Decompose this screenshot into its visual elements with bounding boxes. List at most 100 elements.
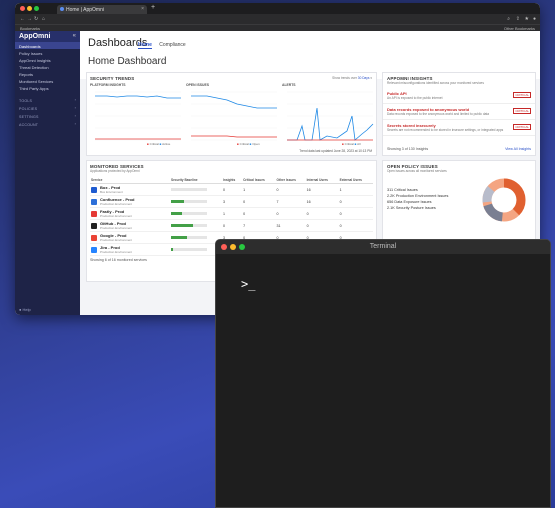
baseline-bar bbox=[171, 200, 207, 203]
address-bar[interactable]: ← → ↻ ⌂ ⌕ ⇪ ★ ● bbox=[15, 14, 540, 24]
new-tab-button[interactable]: + bbox=[151, 4, 155, 11]
service-logo-icon bbox=[91, 222, 97, 229]
service-logo-icon bbox=[91, 198, 97, 205]
page-subtitle: Home Dashboard bbox=[88, 56, 167, 67]
browser-tab[interactable]: Home | AppOmni × bbox=[57, 5, 147, 14]
services-subtitle: Applications protected by AppOmni bbox=[90, 169, 140, 173]
table-row[interactable]: GitHub - Prod Production Environment 0 7 31 0… bbox=[90, 219, 373, 232]
baseline-bar bbox=[171, 224, 207, 227]
back-icon[interactable]: ← bbox=[20, 16, 25, 22]
terminal-window[interactable]: Terminal >_ bbox=[215, 239, 551, 508]
trends-range-selector[interactable]: Show trends over 30 Days ▾ bbox=[332, 76, 372, 80]
cell-ext: 1 bbox=[338, 183, 373, 196]
help-link[interactable]: ● Help bbox=[19, 307, 31, 312]
sidebar-item-insights[interactable]: AppOmni Insights bbox=[15, 56, 80, 63]
cell-int: 0 bbox=[305, 207, 339, 220]
legend-alerts: ■ Critical ■ All bbox=[342, 142, 361, 146]
insight-item[interactable]: Data records exposed to anonymous world D… bbox=[383, 104, 535, 120]
sidebar-item-threat-detection[interactable]: Threat Detection bbox=[15, 63, 80, 70]
insights-card: APPOMNI INSIGHTS Relevant misconfigurati… bbox=[382, 72, 536, 156]
home-icon[interactable]: ⌂ bbox=[42, 16, 45, 22]
insights-subtitle: Relevant misconfigurations identified ac… bbox=[387, 81, 484, 85]
cell-other: 7 bbox=[275, 195, 306, 208]
cell-insights: 0 bbox=[222, 183, 243, 196]
sidebar-item-dashboards[interactable]: Dashboards bbox=[15, 42, 80, 49]
policy-subtitle: Open issues across all monitored service… bbox=[387, 169, 447, 173]
browser-tab-bar: Home | AppOmni × + bbox=[15, 3, 540, 14]
insight-item[interactable]: Secrets stored insecurely Secrets are not… bbox=[383, 120, 535, 136]
service-env: Production Environment bbox=[100, 238, 133, 242]
cell-insights: 3 bbox=[222, 195, 243, 208]
close-window-dot[interactable] bbox=[20, 6, 25, 11]
reload-icon[interactable]: ↻ bbox=[34, 16, 38, 22]
sidebar-section-settings[interactable]: SETTINGS › bbox=[15, 113, 80, 121]
tab-home[interactable]: Home bbox=[138, 42, 152, 49]
issues-open-line bbox=[191, 95, 277, 109]
status-badge: CRITICAL bbox=[513, 92, 531, 98]
baseline-bar-fill bbox=[171, 248, 173, 251]
alerts-all-line bbox=[287, 107, 374, 141]
chevron-right-icon: › bbox=[74, 106, 76, 110]
maximize-window-dot[interactable] bbox=[239, 244, 245, 250]
collapse-sidebar-icon[interactable]: « bbox=[73, 33, 76, 39]
forward-icon[interactable]: → bbox=[27, 16, 32, 22]
tab-title: Home | AppOmni bbox=[66, 7, 104, 13]
sidebar-item-policy-issues[interactable]: Policy Issues bbox=[15, 49, 80, 56]
baseline-bar-fill bbox=[171, 212, 182, 215]
service-env: Production Environment bbox=[100, 226, 133, 230]
service-logo-icon bbox=[91, 210, 97, 217]
table-row[interactable]: Box - Prod Box Environment 0 1 0 16 1 bbox=[90, 183, 373, 196]
service-logo-icon bbox=[91, 234, 97, 241]
service-env: Production Environment bbox=[100, 202, 133, 206]
star-icon[interactable]: ★ bbox=[525, 16, 529, 22]
cell-other: 31 bbox=[275, 219, 306, 232]
sidebar-section-tools[interactable]: TOOLS › bbox=[15, 97, 80, 105]
baseline-bar bbox=[171, 236, 207, 239]
profile-icon[interactable]: ● bbox=[533, 16, 536, 22]
insight-item[interactable]: Public API An API is exposed to the publi… bbox=[383, 88, 535, 104]
minimize-window-dot[interactable] bbox=[230, 244, 236, 250]
cell-crit: 0 bbox=[242, 195, 276, 208]
sidebar-item-reports[interactable]: Reports bbox=[15, 70, 80, 77]
terminal-titlebar[interactable]: Terminal bbox=[216, 240, 550, 254]
baseline-bar-fill bbox=[171, 200, 184, 203]
service-logo-icon bbox=[91, 246, 97, 253]
terminal-prompt[interactable]: >_ bbox=[241, 277, 255, 291]
chevron-right-icon: › bbox=[74, 98, 76, 102]
trends-updated-text: Trend data last updated June 28, 2023 at… bbox=[299, 149, 372, 153]
sidebar-item-monitored-services[interactable]: Monitored Services bbox=[15, 77, 80, 84]
close-tab-icon[interactable]: × bbox=[141, 6, 144, 12]
sidebar-section-policies[interactable]: POLICIES › bbox=[15, 105, 80, 113]
search-icon[interactable]: ⌕ bbox=[507, 16, 510, 22]
cell-int: 0 bbox=[305, 219, 339, 232]
baseline-bar bbox=[171, 212, 207, 215]
view-all-insights-link[interactable]: View All Insights bbox=[505, 147, 531, 151]
security-trends-card: SECURITY TRENDS Show trends over 30 Days… bbox=[86, 72, 377, 156]
logo-text: AppOmni bbox=[19, 33, 51, 40]
app-logo[interactable]: AppOmni « bbox=[15, 31, 80, 42]
chevron-right-icon: › bbox=[74, 122, 76, 126]
table-row[interactable]: Fastly - Prod Production Environment 1 0 0 0 0 bbox=[90, 207, 373, 220]
insights-active-line bbox=[95, 95, 181, 99]
close-window-dot[interactable] bbox=[221, 244, 227, 250]
sidebar-section-account[interactable]: ACCOUNT › bbox=[15, 121, 80, 129]
dashboard-tabs: Home Compliance bbox=[138, 42, 192, 49]
legend-insights: ■ Critical ■ Active bbox=[147, 142, 171, 146]
bookmarks-bar: Bookmarks Other Bookmarks bbox=[15, 24, 540, 31]
sidebar-item-third-party-apps[interactable]: Third Party Apps bbox=[15, 84, 80, 91]
cell-crit: 0 bbox=[242, 207, 276, 220]
legend-issues: ■ Critical ■ Open bbox=[237, 142, 260, 146]
service-env: Box Environment bbox=[100, 190, 123, 194]
cell-ext: 0 bbox=[338, 219, 373, 232]
status-badge: CRITICAL bbox=[513, 124, 531, 130]
service-env: Production Environment bbox=[100, 214, 133, 218]
cell-crit: 7 bbox=[242, 219, 276, 232]
cell-other: 0 bbox=[275, 183, 306, 196]
minimize-window-dot[interactable] bbox=[27, 6, 32, 11]
maximize-window-dot[interactable] bbox=[34, 6, 39, 11]
cell-int: 16 bbox=[305, 183, 339, 196]
table-row[interactable]: Confluence - Prod Production Environment 3… bbox=[90, 195, 373, 208]
cell-insights: 0 bbox=[222, 219, 243, 232]
share-icon[interactable]: ⇪ bbox=[516, 16, 520, 22]
tab-compliance[interactable]: Compliance bbox=[159, 42, 185, 48]
